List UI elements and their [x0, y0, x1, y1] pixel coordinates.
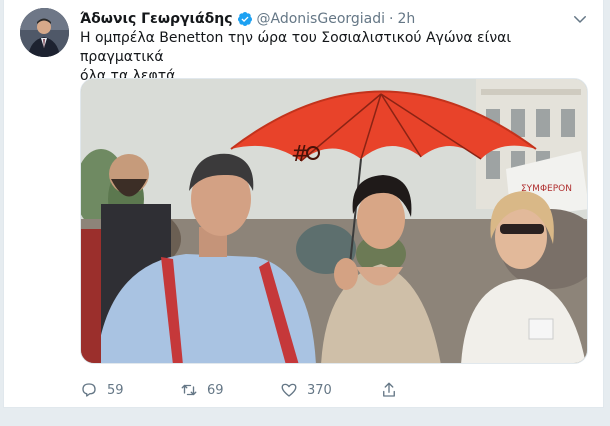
author-handle[interactable]: @AdonisGeorgiadi: [257, 11, 386, 27]
share-icon: [383, 382, 395, 397]
verified-badge-icon: [237, 12, 252, 26]
heart-icon: [281, 383, 297, 397]
share-action[interactable]: [380, 380, 398, 400]
reply-action[interactable]: 59: [80, 380, 124, 400]
chevron-down-icon[interactable]: [571, 10, 589, 28]
avatar[interactable]: [20, 8, 69, 57]
separator-dot: ·: [389, 11, 394, 27]
author-name[interactable]: Άδωνις Γεωργιάδης: [80, 11, 233, 27]
like-action[interactable]: 370: [280, 380, 332, 400]
photo-umbrella-protest: ΣΥΜΦΕΡΟΝ #: [81, 79, 587, 363]
retweet-count: 69: [207, 382, 224, 398]
retweet-action[interactable]: 69: [180, 380, 224, 400]
tweet-header: Άδωνις Γεωργιάδης @AdonisGeorgiadi · 2h: [80, 9, 415, 29]
tweet-card[interactable]: Άδωνις Γεωργιάδης @AdonisGeorgiadi · 2h …: [3, 0, 604, 408]
tweet-time[interactable]: 2h: [397, 11, 415, 27]
reply-count: 59: [107, 382, 124, 398]
tweet-actions: 59 69 370: [80, 380, 410, 400]
reply-icon: [82, 383, 96, 397]
tweet-photo[interactable]: ΣΥΜΦΕΡΟΝ #: [80, 78, 588, 364]
like-count: 370: [307, 382, 332, 398]
avatar-image: [20, 8, 69, 57]
retweet-icon: [181, 384, 197, 396]
